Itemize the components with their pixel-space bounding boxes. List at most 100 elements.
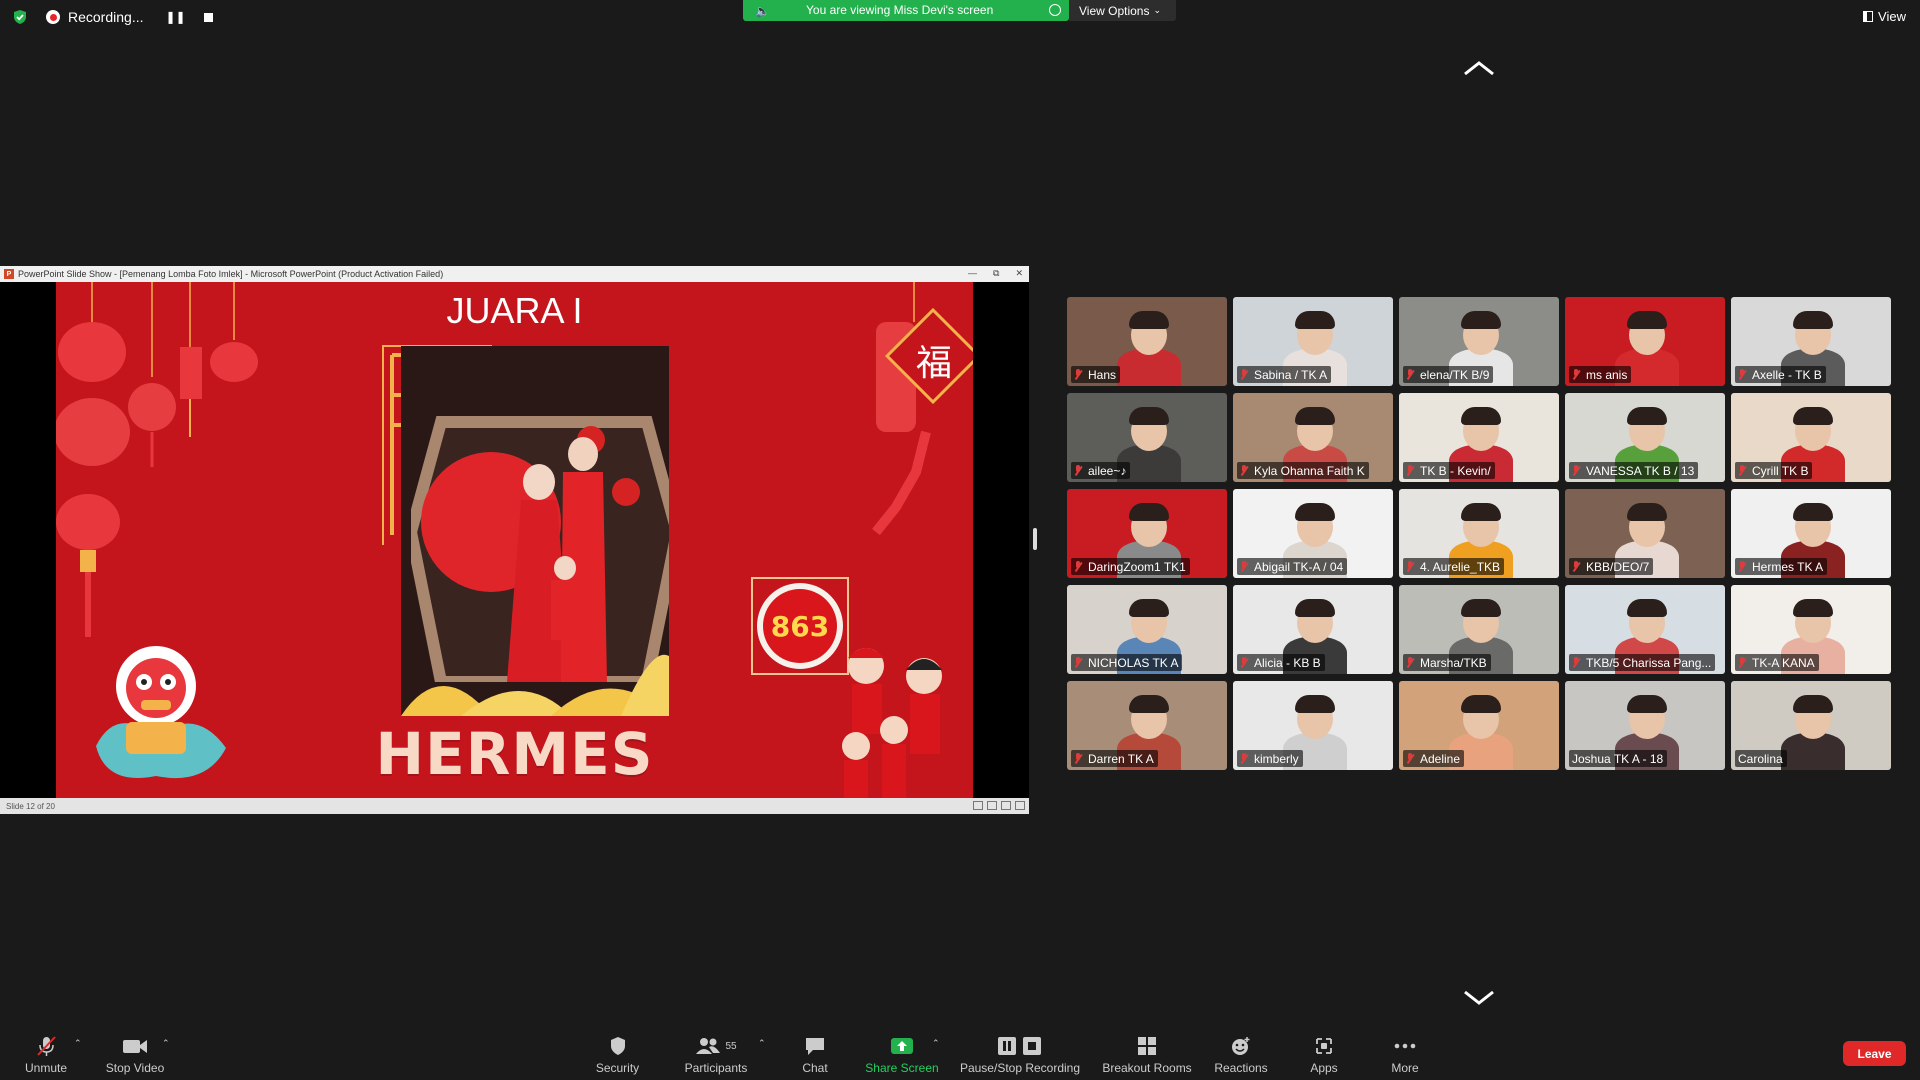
apps-button[interactable]: Apps: [1304, 1026, 1344, 1080]
participant-name: Marsha/TKB: [1420, 655, 1487, 670]
participant-name: Carolina: [1738, 751, 1783, 766]
participant-tile[interactable]: TK B - Kevin/: [1399, 393, 1559, 482]
chat-button[interactable]: Chat: [795, 1026, 835, 1080]
pause-stop-recording-button[interactable]: Pause/Stop Recording: [958, 1026, 1082, 1080]
reactions-button[interactable]: Reactions: [1210, 1026, 1272, 1080]
unmute-button[interactable]: Unmute: [20, 1026, 72, 1080]
participant-name-tag: kimberly: [1237, 750, 1303, 767]
pause-stop-recording-label: Pause/Stop Recording: [959, 1061, 1081, 1075]
view-options-button[interactable]: View Options ⌄: [1069, 0, 1176, 21]
participant-tile[interactable]: Marsha/TKB: [1399, 585, 1559, 674]
chevron-down-icon[interactable]: [1463, 990, 1495, 1006]
participant-video-hair: [1793, 599, 1833, 617]
participant-tile[interactable]: NICHOLAS TK A: [1067, 585, 1227, 674]
muted-mic-icon: [1240, 657, 1248, 668]
participant-tile[interactable]: kimberly: [1233, 681, 1393, 770]
apps-icon: [1311, 1035, 1337, 1057]
firecracker-decoration: [872, 282, 931, 536]
participant-name-tag: Sabina / TK A: [1237, 366, 1332, 383]
participant-tile[interactable]: Kyla Ohanna Faith K: [1233, 393, 1393, 482]
breakout-rooms-button[interactable]: Breakout Rooms: [1098, 1026, 1196, 1080]
participants-caret-icon[interactable]: ⌃: [758, 1038, 766, 1049]
stop-video-button[interactable]: Stop Video: [100, 1026, 170, 1080]
more-button[interactable]: More: [1386, 1026, 1424, 1080]
view-button[interactable]: View: [1863, 9, 1906, 24]
participant-tile[interactable]: ms anis: [1565, 297, 1725, 386]
reactions-label: Reactions: [1214, 1061, 1268, 1075]
participant-name: TK-A KANA: [1752, 655, 1815, 670]
participant-tile[interactable]: TKB/5 Charissa Pang...: [1565, 585, 1725, 674]
view-label: View: [1878, 9, 1906, 24]
participant-name-tag: TK-A KANA: [1735, 654, 1819, 671]
share-screen-button[interactable]: Share Screen: [862, 1026, 942, 1080]
muted-mic-icon: [1074, 561, 1082, 572]
breakout-rooms-label: Breakout Rooms: [1102, 1061, 1192, 1075]
security-shield-icon: [605, 1035, 631, 1057]
participant-tile[interactable]: Carolina: [1731, 681, 1891, 770]
participant-video-hair: [1295, 407, 1335, 425]
view-layout-icon: [1863, 11, 1874, 22]
participant-tile[interactable]: Sabina / TK A: [1233, 297, 1393, 386]
participant-tile[interactable]: Joshua TK A - 18: [1565, 681, 1725, 770]
share-screen-label: Share Screen: [865, 1061, 939, 1075]
participant-tile[interactable]: 4. Aurelie_TKB: [1399, 489, 1559, 578]
participant-count: 55: [725, 1040, 737, 1052]
participant-tile[interactable]: ailee~♪: [1067, 393, 1227, 482]
banner-text: You are viewing Miss Devi's screen: [806, 3, 994, 17]
muted-mic-icon: [1738, 657, 1746, 668]
share-options-caret-icon[interactable]: ⌃: [932, 1038, 940, 1049]
participant-video-hair: [1295, 311, 1335, 329]
participant-tile[interactable]: Hans: [1067, 297, 1227, 386]
participant-name: Sabina / TK A: [1254, 367, 1328, 382]
slide-heading: JUARA I: [446, 290, 583, 331]
minimize-icon[interactable]: —: [968, 268, 977, 279]
participant-video-hair: [1627, 311, 1667, 329]
participant-tile[interactable]: VANESSA TK B / 13: [1565, 393, 1725, 482]
muted-mic-icon: [1240, 561, 1248, 572]
participant-tile[interactable]: KBB/DEO/7: [1565, 489, 1725, 578]
top-bar: Recording... ❚❚ 🔈 You are viewing Miss D…: [0, 0, 1920, 34]
kids-illustration: [842, 648, 942, 798]
audio-options-caret-icon[interactable]: ⌃: [74, 1038, 82, 1049]
participant-tile[interactable]: DaringZoom1 TK1: [1067, 489, 1227, 578]
pause-recording-icon[interactable]: ❚❚: [165, 10, 185, 24]
viewing-screen-banner: 🔈 You are viewing Miss Devi's screen: [743, 0, 1069, 21]
participants-button[interactable]: 55 Participants: [680, 1026, 752, 1080]
stop-recording-icon[interactable]: [203, 12, 213, 22]
close-icon[interactable]: ✕: [1015, 268, 1023, 279]
muted-mic-icon: [1572, 465, 1580, 476]
reading-view-icon[interactable]: [1001, 801, 1011, 810]
security-button[interactable]: Security: [590, 1026, 645, 1080]
participant-tile[interactable]: TK-A KANA: [1731, 585, 1891, 674]
participant-gallery: Hans Sabina / TK A elena/TK B/9 ms anis Axel…: [1067, 297, 1892, 771]
restore-icon[interactable]: ⧉: [993, 268, 999, 279]
participant-tile[interactable]: Cyrill TK B: [1731, 393, 1891, 482]
muted-mic-icon: [1738, 369, 1746, 380]
muted-mic-icon: [1738, 465, 1746, 476]
participant-tile[interactable]: Hermes TK A: [1731, 489, 1891, 578]
participant-tile[interactable]: Adeline: [1399, 681, 1559, 770]
window-controls: — ⧉ ✕: [968, 268, 1023, 279]
participant-tile[interactable]: Darren TK A: [1067, 681, 1227, 770]
leave-button[interactable]: Leave: [1843, 1041, 1906, 1066]
participant-name: Joshua TK A - 18: [1572, 751, 1664, 766]
muted-mic-icon: [1240, 369, 1248, 380]
participant-tile[interactable]: Abigail TK-A / 04: [1233, 489, 1393, 578]
chevron-up-icon[interactable]: [1463, 60, 1495, 76]
participant-name: Hans: [1088, 367, 1117, 382]
participant-name-tag: NICHOLAS TK A: [1071, 654, 1183, 671]
participant-tile[interactable]: Axelle - TK B: [1731, 297, 1891, 386]
participant-tile[interactable]: Alicia - KB B: [1233, 585, 1393, 674]
participant-tile[interactable]: elena/TK B/9: [1399, 297, 1559, 386]
participant-name: DaringZoom1 TK1: [1088, 559, 1186, 574]
participant-name: Alicia - KB B: [1254, 655, 1321, 670]
sorter-view-icon[interactable]: [987, 801, 997, 810]
circle-icon: [1049, 4, 1061, 16]
powerpoint-icon: P: [4, 269, 14, 279]
split-handle[interactable]: [1033, 528, 1037, 550]
participant-video-hair: [1461, 599, 1501, 617]
video-options-caret-icon[interactable]: ⌃: [162, 1038, 170, 1049]
shield-check-icon[interactable]: [12, 9, 28, 25]
slideshow-view-icon[interactable]: [1015, 801, 1025, 810]
normal-view-icon[interactable]: [973, 801, 983, 810]
